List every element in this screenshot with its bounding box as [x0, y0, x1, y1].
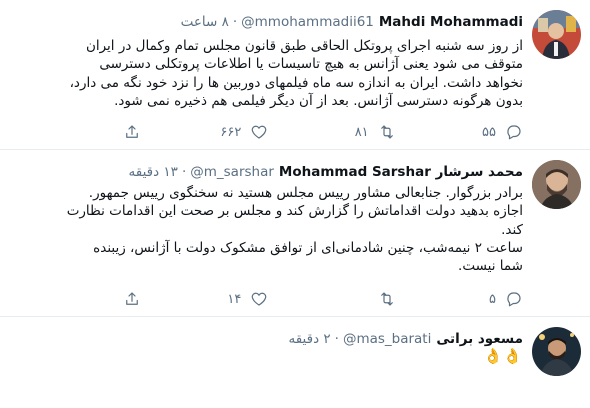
retweet-icon: [380, 125, 393, 139]
tweet[interactable]: مسعود براتی @mas_barati · ۲ دقیقه 👌👌: [0, 317, 590, 408]
tweet-text-line: کند.: [501, 221, 523, 238]
retweet-count: ۸۱: [354, 124, 369, 140]
user-handle[interactable]: @m_sarshar: [190, 164, 274, 180]
tweet-actions: ۵ ۱۴: [13, 289, 523, 309]
separator: ·: [181, 164, 187, 180]
tweet-header: مسعود براتی @mas_barati · ۲ دقیقه: [288, 329, 523, 349]
heart-icon: [252, 125, 267, 139]
retweet-icon: [380, 292, 393, 306]
timestamp[interactable]: ۱۳ دقیقه: [129, 164, 178, 180]
tweet-text-line: شما نیست.: [458, 258, 523, 275]
like-button[interactable]: ۶۶۲: [208, 123, 268, 141]
reply-button[interactable]: ۵۵: [463, 123, 523, 141]
tweet-text-line: ساعت ۲ نیمه‌شب، چنین شادمانی‌ای از توافق…: [93, 239, 523, 256]
reply-button[interactable]: ۵: [463, 290, 523, 308]
reply-count: ۵: [489, 291, 496, 307]
reply-icon: [507, 125, 521, 140]
like-button[interactable]: ۱۴: [208, 290, 268, 308]
tweet-header: Mohammad Sarshar محمد سرشار @m_sarshar ·…: [129, 162, 523, 182]
tweet-text: از روز سه شنبه اجرای پروتکل الحاقی طبق ق…: [16, 37, 523, 110]
tweet-feed: Mahdi Mohammadi @mmohammadii61 · ۸ ساعت …: [0, 0, 590, 408]
avatar[interactable]: [532, 160, 581, 209]
display-name[interactable]: Mohammad Sarshar محمد سرشار: [279, 164, 523, 180]
avatar[interactable]: [532, 327, 581, 376]
heart-icon: [252, 292, 267, 306]
like-count: ۶۶۲: [220, 124, 242, 140]
tweet-text: برادر بزرگوار. جنابعالی مشاور رییس مجلس …: [16, 184, 523, 275]
reply-count: ۵۵: [482, 124, 496, 140]
display-name[interactable]: Mahdi Mohammadi: [379, 14, 523, 30]
share-icon: [126, 292, 138, 305]
reply-icon: [507, 292, 521, 307]
share-button[interactable]: [81, 290, 141, 308]
tweet-header: Mahdi Mohammadi @mmohammadii61 · ۸ ساعت: [181, 12, 523, 32]
retweet-button[interactable]: ۸۱: [336, 123, 396, 141]
ok-hand-emoji: 👌👌: [483, 347, 523, 365]
display-name[interactable]: مسعود براتی: [436, 331, 523, 347]
tweet-text-line: نخواهد داشت. ایران به اندازه سه ماه فیلم…: [69, 74, 523, 91]
retweet-button[interactable]: [336, 290, 396, 308]
user-handle[interactable]: @mmohammadii61: [241, 14, 374, 30]
separator: ·: [232, 14, 238, 30]
tweet-actions: ۵۵ ۸۱ ۶۶۲: [13, 122, 523, 142]
share-button[interactable]: [81, 123, 141, 141]
separator: ·: [334, 331, 339, 347]
tweet-text: 👌👌: [16, 347, 523, 366]
tweet-text-line: از روز سه شنبه اجرای پروتکل الحاقی طبق ق…: [85, 38, 523, 54]
tweet[interactable]: Mohammad Sarshar محمد سرشار @m_sarshar ·…: [0, 150, 590, 317]
user-handle[interactable]: @mas_barati: [343, 331, 431, 347]
tweet-text-line: بدون هرگونه دسترسی آژانس. بعد از آن دیگر…: [114, 92, 523, 109]
tweet-text-line: اجازه بدهید دولت اقداماتش را گزارش کند و…: [66, 203, 523, 220]
like-count: ۱۴: [227, 291, 242, 307]
tweet[interactable]: Mahdi Mohammadi @mmohammadii61 · ۸ ساعت …: [0, 0, 590, 150]
timestamp[interactable]: ۲ دقیقه: [288, 331, 330, 347]
avatar[interactable]: [532, 10, 581, 59]
share-icon: [126, 125, 138, 138]
tweet-text-line: متوقف می شود یعنی آژانس به هیچ تاسیسات ی…: [99, 56, 523, 73]
tweet-text-line: برادر بزرگوار. جنابعالی مشاور رییس مجلس …: [88, 185, 523, 201]
timestamp[interactable]: ۸ ساعت: [181, 14, 229, 30]
